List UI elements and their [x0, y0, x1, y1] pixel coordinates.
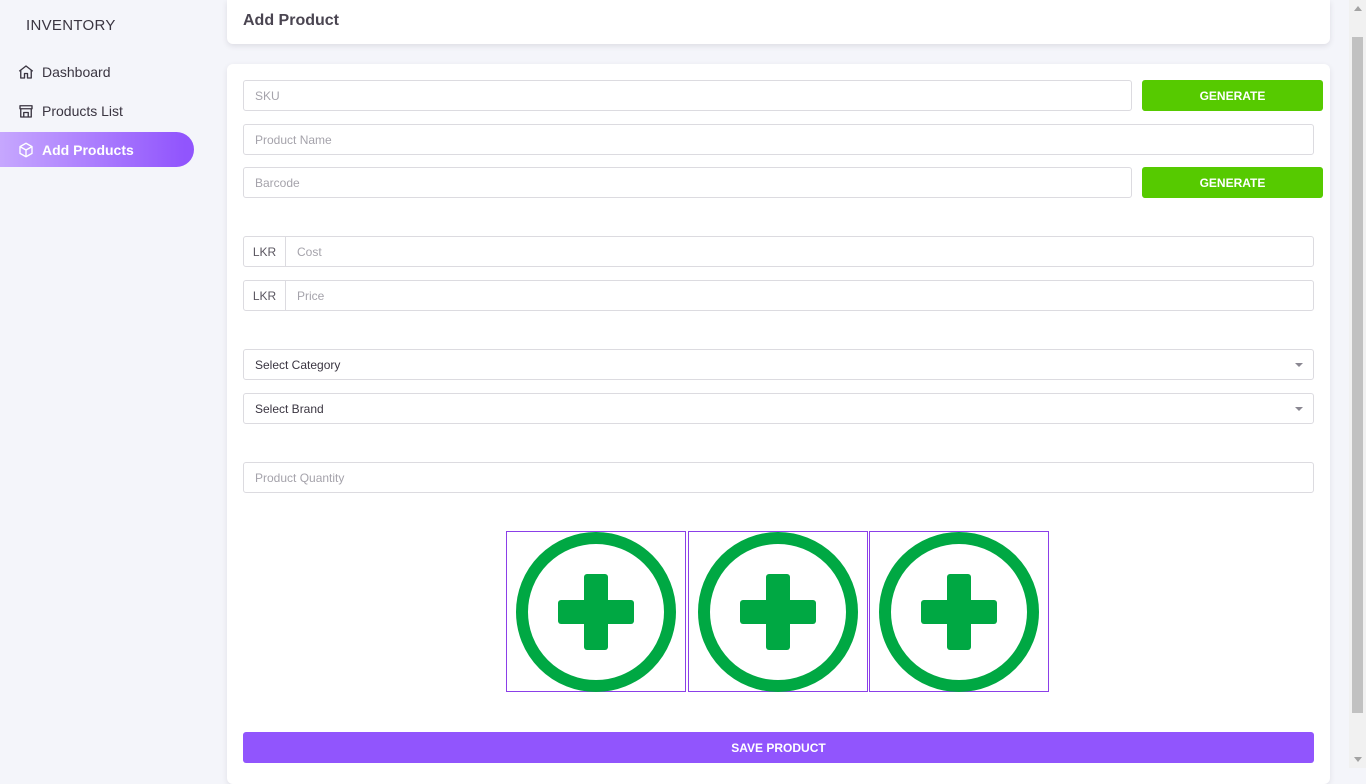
image-upload-slot-3[interactable] — [869, 531, 1049, 692]
sidebar-item-label: Add Products — [42, 141, 134, 158]
scrollbar-thumb[interactable] — [1352, 37, 1363, 713]
generate-sku-button[interactable]: GENERATE — [1142, 80, 1323, 111]
image-upload-slot-1[interactable] — [506, 531, 686, 692]
cube-icon — [17, 141, 35, 159]
add-image-icon — [879, 531, 1039, 692]
vertical-scrollbar[interactable] — [1349, 0, 1366, 768]
sidebar-item-dashboard[interactable]: Dashboard — [0, 54, 194, 89]
brand-select[interactable]: Select Brand — [243, 393, 1314, 424]
save-product-button[interactable]: SAVE PRODUCT — [243, 732, 1314, 763]
sidebar-item-products-list[interactable]: Products List — [0, 93, 194, 128]
cost-input[interactable]: Cost — [285, 236, 1314, 267]
sidebar-item-add-products[interactable]: Add Products — [0, 132, 194, 167]
price-input[interactable]: Price — [285, 280, 1314, 311]
page-header: Add Product — [227, 0, 1330, 44]
page-title: Add Product — [243, 12, 339, 29]
scroll-up-arrow-icon[interactable] — [1354, 6, 1362, 11]
sidebar: INVENTORY Dashboard Products List Add Pr… — [0, 0, 210, 768]
sku-input[interactable]: SKU — [243, 80, 1132, 111]
home-icon — [17, 63, 35, 81]
sidebar-item-label: Products List — [42, 102, 123, 119]
category-select[interactable]: Select Category — [243, 349, 1314, 380]
brand-select-value: Select Brand — [255, 401, 324, 416]
scroll-down-arrow-icon[interactable] — [1354, 757, 1362, 762]
add-image-icon — [698, 531, 858, 692]
category-select-value: Select Category — [255, 357, 341, 372]
add-image-icon — [516, 531, 676, 692]
image-upload-slot-2[interactable] — [688, 531, 868, 692]
app-brand: INVENTORY — [26, 17, 116, 34]
price-currency-prefix: LKR — [243, 280, 286, 311]
generate-barcode-button[interactable]: GENERATE — [1142, 167, 1323, 198]
product-quantity-input[interactable]: Product Quantity — [243, 462, 1314, 493]
product-name-input[interactable]: Product Name — [243, 124, 1314, 155]
barcode-input[interactable]: Barcode — [243, 167, 1132, 198]
sidebar-item-label: Dashboard — [42, 63, 111, 80]
chevron-down-icon — [1295, 363, 1303, 367]
chevron-down-icon — [1295, 407, 1303, 411]
cost-currency-prefix: LKR — [243, 236, 286, 267]
store-icon — [17, 102, 35, 120]
